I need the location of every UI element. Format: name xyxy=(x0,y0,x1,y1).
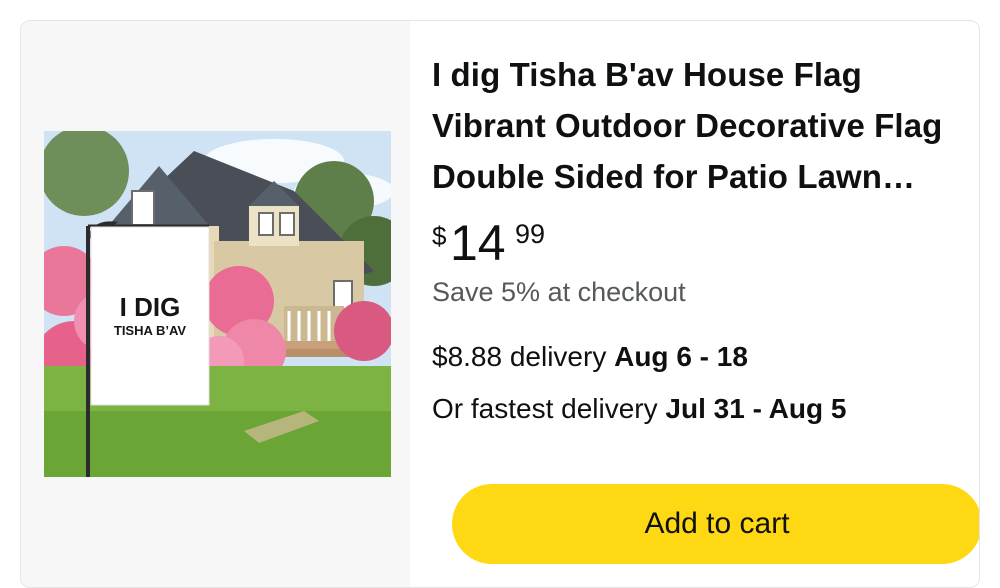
flag-text-line2: TISHA B’AV xyxy=(114,323,187,338)
fastest-delivery-dates: Jul 31 - Aug 5 xyxy=(665,393,847,424)
flag-text-line1: I DIG xyxy=(120,292,181,322)
fastest-delivery-label: Or fastest delivery xyxy=(432,393,666,424)
product-title-line: I dig Tisha B'av House Flag xyxy=(432,56,862,93)
product-image-pane: I DIG TISHA B’AV xyxy=(21,21,410,587)
product-card[interactable]: I DIG TISHA B’AV I dig Tisha B'av House … xyxy=(20,20,980,588)
savings-text: Save 5% at checkout xyxy=(432,277,686,307)
price-whole: 14 xyxy=(450,215,506,271)
price-currency-symbol: $ xyxy=(432,221,447,251)
price-fraction: 99 xyxy=(515,219,546,249)
product-title-line: Vibrant Outdoor Decorative Flag xyxy=(432,107,943,144)
product-title-line: Double Sided for Patio Lawn… xyxy=(432,158,916,195)
standard-delivery-label: $8.88 delivery xyxy=(432,341,615,372)
product-image[interactable]: I DIG TISHA B’AV xyxy=(44,131,391,477)
product-title[interactable]: I dig Tisha B'av House Flag Vibrant Outd… xyxy=(432,49,962,202)
standard-delivery-dates: Aug 6 - 18 xyxy=(614,341,748,372)
standard-delivery: $8.88 delivery Aug 6 - 18 xyxy=(432,341,748,373)
add-to-cart-button[interactable]: Add to cart xyxy=(452,484,979,564)
fastest-delivery: Or fastest delivery Jul 31 - Aug 5 xyxy=(432,393,846,425)
